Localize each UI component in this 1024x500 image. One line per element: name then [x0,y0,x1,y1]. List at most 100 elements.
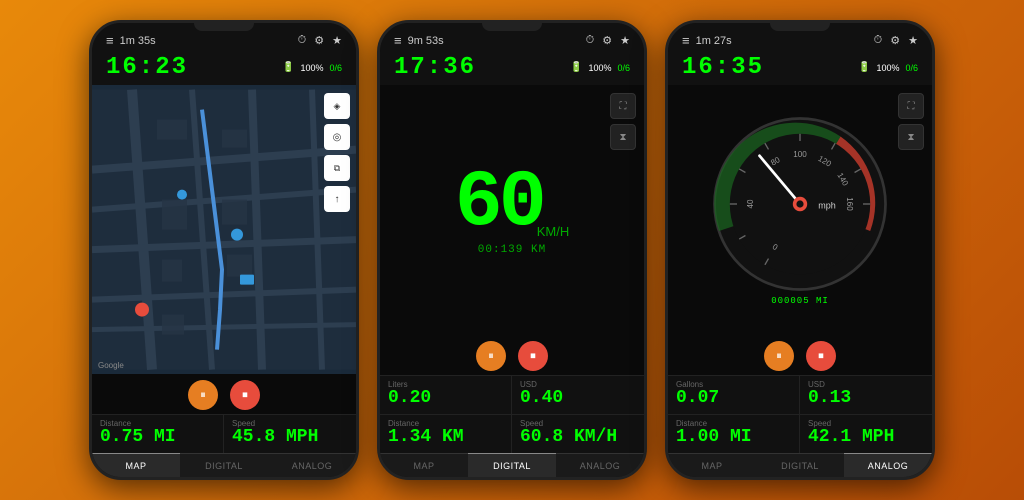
star-icon[interactable]: ★ [620,34,630,47]
info-bar: 16:23 🔋 100% 0/6 [92,52,356,85]
map-phone: ≡ 1m 35s ⏱ ⚙ ★ 16:23 🔋 100% 0/6 [89,20,359,480]
distance-cell: Distance 1.34 KM [380,415,512,453]
gallons-value: 0.07 [676,389,791,409]
controls-row: ⏸ ⏹ [668,335,932,375]
tab-bar: MAP DIGITAL ANALOG [92,453,356,477]
waypoints: 0/6 [617,63,630,73]
hourglass-btn[interactable]: ⧗ [610,124,636,150]
screen-btn[interactable]: ⛶ [610,93,636,119]
stats-4: Liters 0.20 USD 0.40 Distance 1.34 KM Sp… [380,375,644,453]
google-logo: Google [98,361,124,370]
clock-display: 16:23 [106,54,188,81]
stop-button[interactable]: ⏹ [806,341,836,371]
info-right: 🔋 100% 0/6 [570,62,630,73]
tab-digital[interactable]: DIGITAL [468,453,556,477]
speedometer: 0 40 80 100 120 140 160 mph [710,114,890,294]
waypoints: 0/6 [329,63,342,73]
speed-value: 42.1 MPH [808,428,924,448]
tab-bar: MAP DIGITAL ANALOG [668,453,932,477]
history-icon[interactable]: ⏱ [298,34,307,47]
battery-icon: 🔋 [858,62,870,73]
menu-icon[interactable]: ≡ [682,33,690,48]
tab-digital[interactable]: DIGITAL [756,454,844,477]
status-bar-left: ≡ 9m 53s [394,33,444,48]
status-bar-left: ≡ 1m 35s [106,33,156,48]
speed-value: 60.8 KM/H [520,428,636,448]
pause-button[interactable]: ⏸ [764,341,794,371]
tab-map[interactable]: MAP [668,454,756,477]
tab-digital[interactable]: DIGITAL [180,454,268,477]
speed-unit: KM/H [537,224,570,239]
trip-distance: 00:139 KM [478,244,546,256]
battery-percent: 100% [588,63,611,73]
timer-label: 1m 35s [120,35,156,47]
notch [482,23,542,31]
speed-value: 45.8 MPH [232,428,348,448]
distance-cell: Distance 1.00 MI [668,415,800,453]
status-bar-right: ⏱ ⚙ ★ [298,34,342,47]
speed-cell: Speed 45.8 MPH [224,415,356,453]
notch [194,23,254,31]
map-stack-btn[interactable]: ⧉ [324,155,350,181]
info-bar: 17:36 🔋 100% 0/6 [380,52,644,85]
tab-bar: MAP DIGITAL ANALOG [380,453,644,477]
usd-value: 0.40 [520,389,636,409]
info-bar: 16:35 🔋 100% 0/6 [668,52,932,85]
hourglass-btn[interactable]: ⧗ [898,124,924,150]
map-share-btn[interactable]: ↑ [324,186,350,212]
screen-btn[interactable]: ⛶ [898,93,924,119]
waypoints: 0/6 [905,63,918,73]
analog-view: ⛶ ⧗ [668,85,932,335]
star-icon[interactable]: ★ [332,34,342,47]
status-bar-right: ⏱ ⚙ ★ [586,34,630,47]
distance-value: 0.75 MI [100,428,215,448]
settings-icon[interactable]: ⚙ [890,34,900,47]
map-controls-row: ⏸ ⏹ [92,374,356,414]
map-layers-btn[interactable]: ◈ [324,93,350,119]
tab-map[interactable]: MAP [92,453,180,477]
info-right: 🔋 100% 0/6 [282,62,342,73]
map-controls: ◈ ◎ ⧉ ↑ [324,93,350,212]
status-bar-right: ⏱ ⚙ ★ [874,34,918,47]
timer-label: 1m 27s [696,35,732,47]
info-right: 🔋 100% 0/6 [858,62,918,73]
star-icon[interactable]: ★ [908,34,918,47]
analog-phone: ≡ 1m 27s ⏱ ⚙ ★ 16:35 🔋 100% 0/6 ⛶ ⧗ [665,20,935,480]
distance-cell: Distance 0.75 MI [92,415,224,453]
settings-icon[interactable]: ⚙ [314,34,324,47]
pause-button[interactable]: ⏸ [476,341,506,371]
battery-icon: 🔋 [570,62,582,73]
stop-button[interactable]: ⏹ [230,380,260,410]
distance-value: 1.00 MI [676,428,791,448]
stop-button[interactable]: ⏹ [518,341,548,371]
stats-4: Gallons 0.07 USD 0.13 Distance 1.00 MI S… [668,375,932,453]
speed-cell: Speed 42.1 MPH [800,415,932,453]
menu-icon[interactable]: ≡ [394,33,402,48]
usd-cell: USD 0.40 [512,376,644,415]
liters-value: 0.20 [388,389,503,409]
speed-row: 60 KM/H [455,164,570,244]
usd-value: 0.13 [808,389,924,409]
status-bar-left: ≡ 1m 27s [682,33,732,48]
svg-text:100: 100 [793,150,807,159]
history-icon[interactable]: ⏱ [874,34,883,47]
history-icon[interactable]: ⏱ [586,34,595,47]
digital-controls: ⛶ ⧗ [610,93,636,150]
mileage-display: 000005 MI [771,296,829,306]
map-svg [92,85,356,374]
tab-analog[interactable]: ANALOG [844,453,932,477]
stats-row: Distance 0.75 MI Speed 45.8 MPH [92,414,356,453]
speed-display: 60 [455,164,543,244]
clock-display: 17:36 [394,54,476,81]
gallons-cell: Gallons 0.07 [668,376,800,415]
tab-map[interactable]: MAP [380,454,468,477]
settings-icon[interactable]: ⚙ [602,34,612,47]
clock-display: 16:35 [682,54,764,81]
menu-icon[interactable]: ≡ [106,33,114,48]
map-view[interactable]: ◈ ◎ ⧉ ↑ Google [92,85,356,374]
map-compass-btn[interactable]: ◎ [324,124,350,150]
tab-analog[interactable]: ANALOG [268,454,356,477]
tab-analog[interactable]: ANALOG [556,454,644,477]
pause-button[interactable]: ⏸ [188,380,218,410]
svg-text:160: 160 [845,197,854,211]
